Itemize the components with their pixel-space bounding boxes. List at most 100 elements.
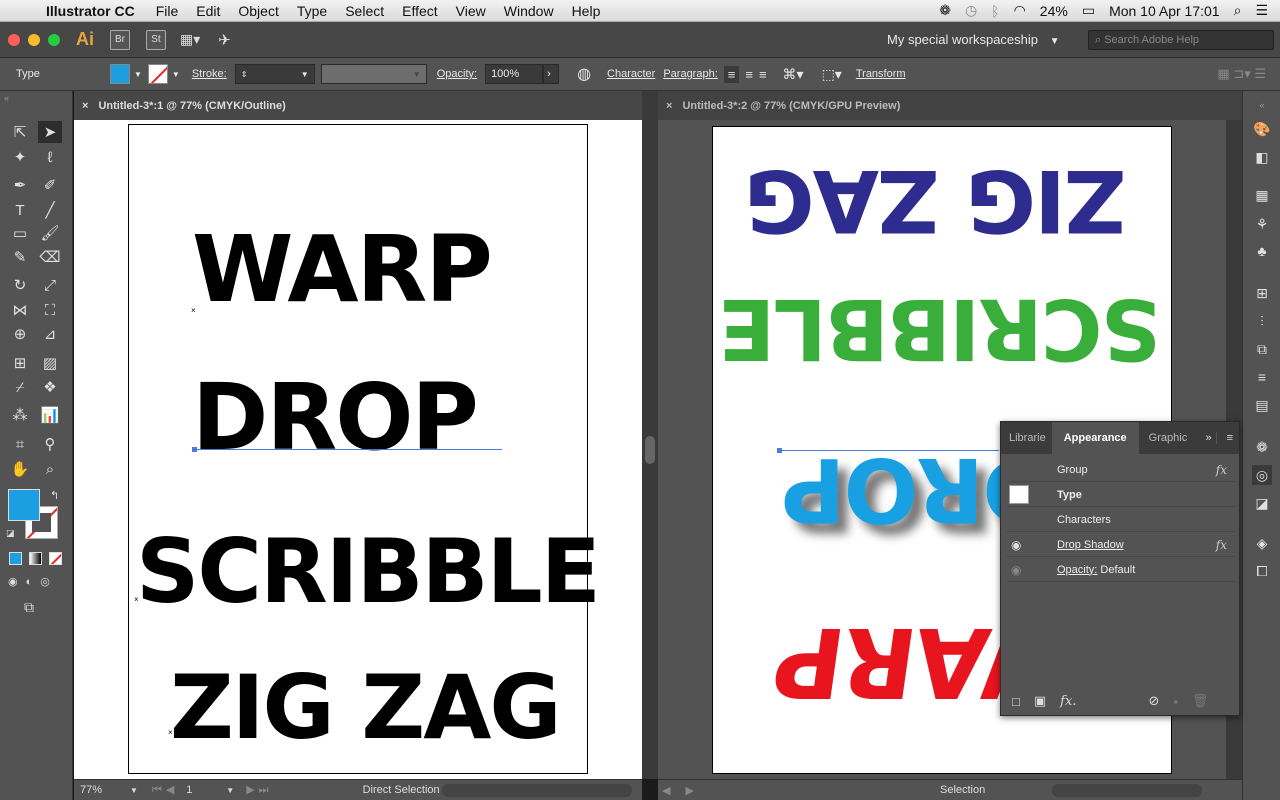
screen-mode-icon[interactable]: ⧉ [24,599,34,616]
direct-selection-tool-icon[interactable]: ➤ [38,121,62,143]
document-tab-2[interactable]: × Untitled-3*:2 @ 77% (CMYK/GPU Preview) [658,91,1242,120]
collapse-panel-icon[interactable]: « [4,93,9,103]
default-colors-icon[interactable]: ◪ [6,528,15,539]
clear-appearance-icon[interactable]: ⊘ [1148,693,1159,709]
gradient-panel-icon[interactable]: ▤ [1252,395,1272,415]
slice-tool-icon[interactable]: ⚲ [38,433,62,455]
appearance-panel-icon[interactable]: ◎ [1252,465,1272,485]
scale-tool-icon[interactable]: ⤢ [38,274,62,296]
chevron-down-icon[interactable]: ▼ [226,786,234,795]
symbol-sprayer-icon[interactable]: ⁂ [8,404,32,426]
text-zigzag-preview[interactable]: ZIG ZAG [746,150,1126,250]
eyedropper-tool-icon[interactable]: ⌿ [8,376,32,398]
appearance-row-drop-shadow[interactable]: ◉ Drop Shadow fx [1007,533,1235,557]
transform-link[interactable]: Transform [856,68,906,80]
pen-tool-icon[interactable]: ✒ [8,174,32,196]
stock-button[interactable]: St [146,29,166,50]
text-drop-outline[interactable]: DROP [192,364,479,471]
stroke-panel-icon[interactable]: ≡ [1252,367,1272,387]
menu-window[interactable]: Window [495,3,563,19]
horizontal-scrollbar[interactable] [442,783,632,797]
paragraph-link[interactable]: Paragraph: [663,68,717,80]
align-right-icon[interactable]: ≡ [759,67,767,82]
align-center-icon[interactable]: ≡ [745,67,753,82]
visibility-eye-icon[interactable]: ◉ [1011,538,1021,552]
zoom-window-button[interactable] [48,33,60,46]
workspace-switcher[interactable]: My special workspaceship ▼ [887,32,1060,47]
close-tab-icon[interactable]: × [666,100,672,112]
menu-edit[interactable]: Edit [187,3,229,19]
recolor-artwork-icon[interactable]: ◍ [577,64,591,84]
arrange-documents-icon[interactable]: ▦▾ [180,31,200,48]
gradient-mode-icon[interactable] [29,552,42,565]
clock[interactable]: Mon 10 Apr 17:01 [1109,3,1220,19]
width-tool-icon[interactable]: ⋈ [8,299,32,321]
color-panel-icon[interactable]: 🎨 [1252,119,1272,139]
menu-type[interactable]: Type [288,3,336,19]
app-menu[interactable]: Illustrator CC [44,3,147,19]
row-label[interactable]: Drop Shadow [1057,539,1124,551]
spotlight-icon[interactable]: ⌕ [1234,2,1242,19]
left-vertical-scrollbar[interactable] [642,120,658,779]
wifi-icon[interactable]: ◠ [1014,2,1026,19]
graphic-styles-icon[interactable]: ◪ [1252,493,1272,513]
character-link[interactable]: Character [607,68,655,80]
chevron-down-icon[interactable]: ▼ [301,70,309,79]
line-tool-icon[interactable]: ╱ [38,199,62,221]
close-tab-icon[interactable]: × [82,100,88,112]
text-scribble-outline[interactable]: SCRIBBLE [136,520,601,623]
align-panel-icon[interactable]: ⫶ [1252,311,1272,331]
document-canvas-outline[interactable]: WARP DROP SCRIBBLE ZIG ZAG × × × [74,120,642,779]
expand-panels-icon[interactable]: « [1252,95,1272,115]
envelope-warp-icon[interactable]: ⌘▾ [783,66,804,83]
fx-icon[interactable]: fx [1216,538,1227,552]
color-mode-icon[interactable] [9,552,22,565]
menu-effect[interactable]: Effect [393,3,447,19]
menu-view[interactable]: View [447,3,495,19]
menu-file[interactable]: File [147,3,188,19]
close-window-button[interactable] [8,33,20,46]
selection-tool-icon[interactable]: ⇱ [8,121,32,143]
opacity-link[interactable]: Opacity: [1057,564,1097,576]
symbols-icon[interactable]: ♣ [1252,241,1272,261]
brushes-icon[interactable]: ⚘ [1252,214,1272,234]
current-tool-status[interactable]: Selection [940,784,985,796]
add-new-fill-icon[interactable]: ▣ [1034,693,1046,709]
chevron-down-icon[interactable]: ▼ [130,786,138,795]
shaper-tool-icon[interactable]: ✎ [8,246,32,268]
chevron-down-icon[interactable]: ▼ [134,70,142,79]
time-machine-icon[interactable]: ◷ [965,2,977,19]
text-scribble-preview[interactable]: SCRIBBLE [720,280,1161,378]
align-left-icon[interactable]: ≡ [723,65,740,83]
color-guide-icon[interactable]: ◧ [1252,147,1272,167]
artboard-prev-icon[interactable]: ⏮◀ [152,783,178,797]
artboard-number[interactable]: 1 [186,784,226,796]
rectangle-tool-icon[interactable]: ▭ [8,222,32,244]
artboards-panel-icon[interactable]: ⧠ [1252,561,1272,581]
blend-tool-icon[interactable]: ❖ [38,376,62,398]
tab-graphic-styles[interactable]: Graphic [1139,432,1198,444]
stroke-weight-field[interactable]: ⇕ ▼ [234,64,315,84]
document-tab-1[interactable]: × Untitled-3*:1 @ 77% (CMYK/Outline) [74,91,642,120]
menu-help[interactable]: Help [563,3,610,19]
zoom-tool-icon[interactable]: ⌕ [38,458,62,480]
variable-width-profile[interactable]: ▼ [320,64,427,84]
graph-tool-icon[interactable]: 📊 [38,404,62,426]
text-zigzag-outline[interactable]: ZIG ZAG [170,656,562,759]
type-tool-icon[interactable]: T [8,199,32,221]
free-transform-icon[interactable]: ⛶ [38,299,62,321]
stroke-label[interactable]: Stroke: [192,68,227,80]
menu-select[interactable]: Select [336,3,393,19]
add-new-effect-icon[interactable]: fx. [1060,694,1076,709]
scroll-thumb[interactable] [645,436,655,464]
tab-libraries[interactable]: Librarie [1001,432,1052,444]
transform-panel-icon[interactable]: ⊞ [1252,283,1272,303]
bluetooth-icon[interactable]: ᛒ [991,3,999,19]
expand-panel-icon[interactable]: » [1205,432,1215,444]
text-warp-outline[interactable]: WARP [192,216,493,323]
swap-colors-icon[interactable]: ↰ [50,489,59,502]
stepper-icon[interactable]: ⇕ [241,70,248,79]
drawing-modes-icon[interactable]: ◉◐◎ [8,575,58,588]
lasso-tool-icon[interactable]: ℓ [38,146,62,168]
transform-box-icon[interactable]: ⬚▾ [822,66,842,83]
